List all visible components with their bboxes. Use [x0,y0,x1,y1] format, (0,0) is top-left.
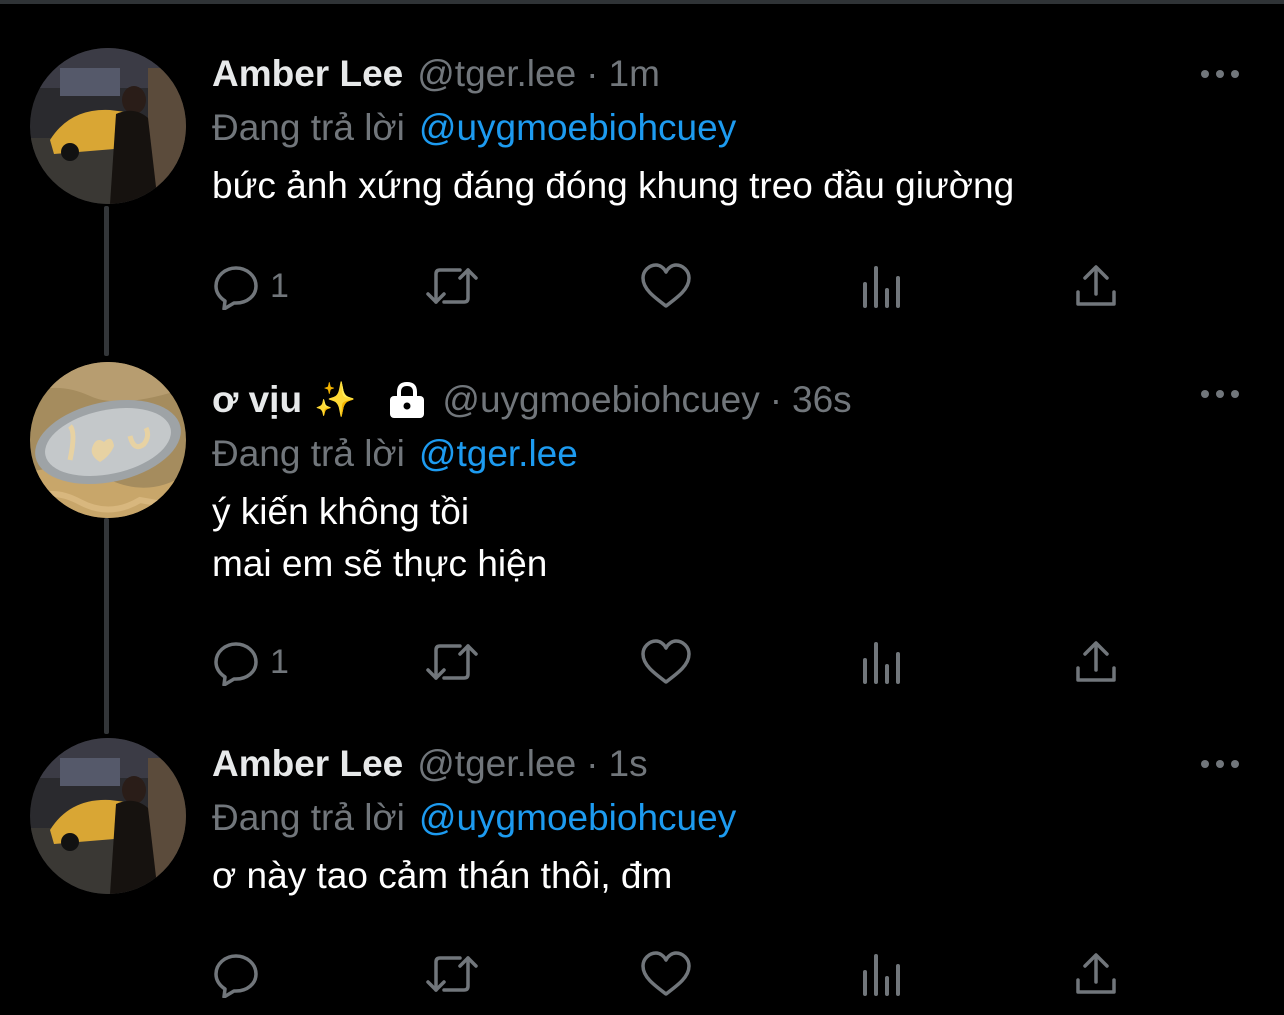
like-icon [641,639,691,684]
reply-button[interactable]: 1 [212,258,289,314]
reply-icon [214,642,258,686]
analytics-icon [863,954,900,996]
timestamp[interactable]: 36s [792,379,852,421]
reply-prefix: Đang trả lời [212,433,405,474]
analytics-icon [863,642,900,684]
reply-icon [214,266,258,310]
tweet-header: Amber Lee @tger.lee · 1s [212,738,1232,790]
like-button[interactable] [640,258,692,314]
tweet-actions [212,946,1132,1002]
separator-dot: · [586,743,599,784]
timestamp[interactable]: 1m [609,53,660,95]
tweet[interactable]: Amber Lee @tger.lee · 1m Đang trả lời @u… [0,48,1284,338]
separator-dot: · [586,53,599,94]
display-name[interactable]: Amber Lee [212,53,403,95]
like-button[interactable] [640,946,692,1002]
share-icon [1076,265,1116,306]
avatar[interactable] [30,362,186,518]
protected-account-badge [386,381,428,419]
analytics-icon [863,266,900,308]
display-name[interactable]: ơ vịu [212,379,302,421]
reply-mention-link[interactable]: @uygmoebiohcuey [419,797,736,839]
view-analytics-button[interactable] [860,634,904,690]
display-name[interactable]: Amber Lee [212,743,403,785]
tweet-actions: 1 [212,258,1132,314]
reply-prefix: Đang trả lời [212,797,405,838]
retweet-icon [426,268,478,304]
view-analytics-button[interactable] [860,946,904,1002]
share-button[interactable] [1074,634,1118,690]
more-options-button[interactable] [1196,382,1244,406]
share-icon [1076,641,1116,682]
reply-mention-link[interactable]: @uygmoebiohcuey [419,107,736,149]
reply-count: 1 [270,266,289,305]
retweet-icon [426,956,478,992]
more-icon [1201,70,1239,78]
like-icon [641,263,691,308]
reply-prefix: Đang trả lời [212,107,405,148]
avatar[interactable] [30,738,186,894]
tweet-text: bức ảnh xứng đáng đóng khung treo đầu gi… [212,165,1015,206]
retweet-icon [426,644,478,680]
share-button[interactable] [1074,258,1118,314]
more-icon [1201,760,1239,768]
retweet-button[interactable] [424,258,480,314]
share-button[interactable] [1074,946,1118,1002]
reply-context: Đang trả lời @uygmoebiohcuey [212,100,1232,156]
tweet[interactable]: Amber Lee @tger.lee · 1s Đang trả lời @u… [0,738,1284,1008]
reply-button[interactable]: 1 [212,634,289,690]
tweet-actions: 1 [212,634,1132,690]
tweet[interactable]: ơ vịu ✨ @uygmoebiohcuey · 36s Đang trả l… [0,362,1284,708]
user-handle[interactable]: @tger.lee [417,53,576,95]
more-options-button[interactable] [1196,752,1244,776]
tweet-text: ơ này tao cảm thán thôi, đm [212,855,673,896]
avatar[interactable] [30,48,186,204]
reply-icon [214,954,258,998]
reply-count: 1 [270,642,289,681]
user-handle[interactable]: @uygmoebiohcuey [442,379,759,421]
name-emoji: ✨ [314,381,357,419]
tweet-header: ơ vịu ✨ @uygmoebiohcuey · 36s [212,374,1232,426]
tweet-text: ý kiến không tồi mai em sẽ thực hiện [212,491,548,584]
tweet-header: Amber Lee @tger.lee · 1m [212,48,1232,100]
reply-context: Đang trả lời @uygmoebiohcuey [212,790,1232,846]
retweet-button[interactable] [424,634,480,690]
reply-button[interactable] [212,946,270,1002]
like-icon [641,951,691,996]
reply-context: Đang trả lời @tger.lee [212,426,1232,482]
separator-dot: · [769,379,783,420]
more-options-button[interactable] [1196,62,1244,86]
share-icon [1076,953,1116,994]
more-icon [1201,390,1239,398]
user-handle[interactable]: @tger.lee [417,743,576,785]
timestamp[interactable]: 1s [609,743,648,785]
view-analytics-button[interactable] [860,258,904,314]
lock-icon [390,381,425,418]
top-divider [0,0,1284,4]
like-button[interactable] [640,634,692,690]
retweet-button[interactable] [424,946,480,1002]
reply-mention-link[interactable]: @tger.lee [419,433,578,475]
